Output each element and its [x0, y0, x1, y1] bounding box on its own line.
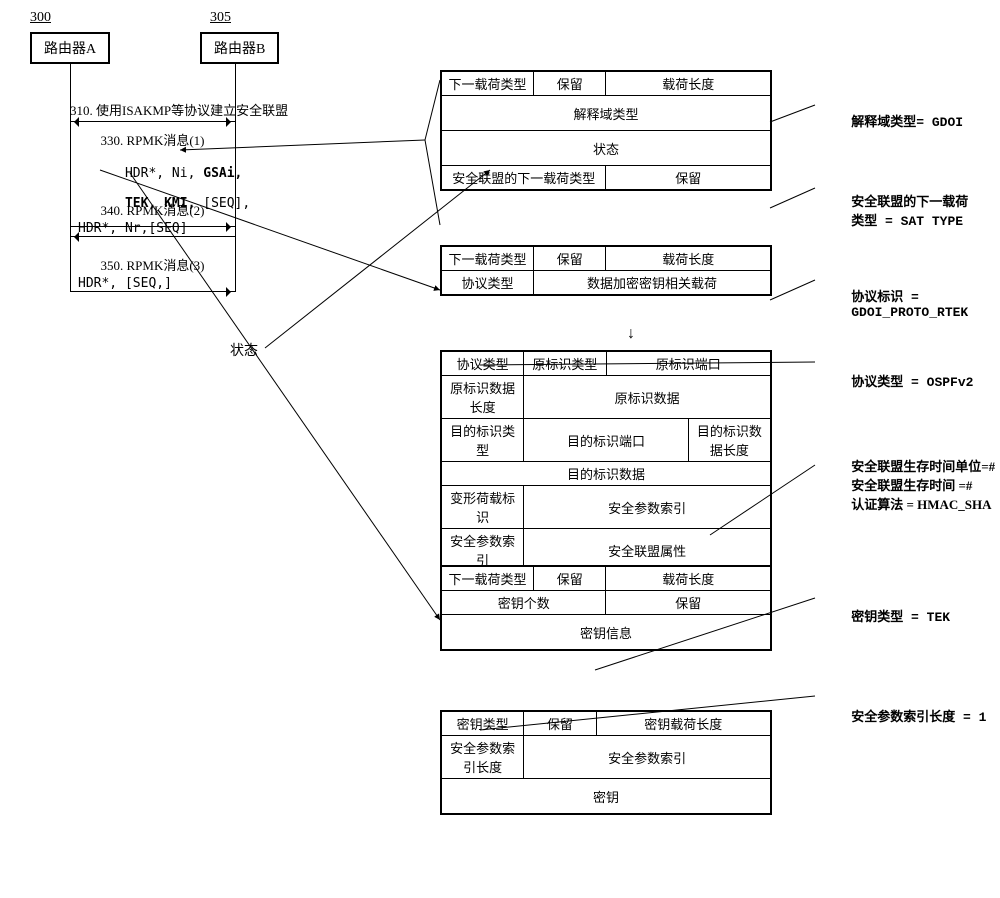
down-arrow-icon: ↓: [627, 325, 635, 343]
annot-doi-type: 解释域类型= GDOI: [820, 95, 963, 146]
protocol-diagram: 300 305 路由器A 路由器B 310. 使用ISAKMP等协议建立安全联盟…: [10, 10, 990, 888]
ref-300: 300: [30, 10, 51, 26]
router-b-box: 路由器B: [200, 32, 279, 64]
ref-305: 305: [210, 10, 231, 26]
msg-340: 340. RPMK消息(2) HDR*, Nr,[SEQ]: [70, 200, 235, 237]
status-word: 状态: [230, 340, 258, 360]
kmi-body-block: 密钥类型 保留 密钥载荷长度 安全参数索引长度 安全参数索引 密钥: [440, 710, 772, 815]
msg-350: 350. RPMK消息(3) HDR*, [SEQ,]: [70, 255, 235, 292]
annot-spi-len: 安全参数索引长度 = 1: [820, 690, 986, 741]
tek-body-block: 协议类型 原标识类型 原标识端口 原标识数据长度 原标识数据 目的标识类型 目的…: [440, 350, 772, 573]
tek-header-block: 下一载荷类型 保留 载荷长度 协议类型 数据加密密钥相关载荷: [440, 245, 772, 296]
msg-310: 310. 使用ISAKMP等协议建立安全联盟: [70, 100, 235, 122]
annot-sa-attrs: 安全联盟生存时间单位=#安全联盟生存时间 =#认证算法 = HMAC_SHA: [820, 440, 995, 529]
annot-proto-type: 协议类型 = OSPFv2: [820, 355, 973, 406]
annot-sat-type: 安全联盟的下一载荷类型 = SAT TYPE: [820, 175, 968, 245]
annot-proto-id: 协议标识 = GDOI_PROTO_RTEK: [820, 270, 968, 336]
router-a-box: 路由器A: [30, 32, 110, 64]
kmi-header-block: 下一载荷类型 保留 载荷长度 密钥个数 保留 密钥信息: [440, 565, 772, 651]
annot-key-type: 密钥类型 = TEK: [820, 590, 950, 641]
gsai-payload-block: 下一载荷类型 保留 载荷长度 解释域类型 状态 安全联盟的下一载荷类型 保留: [440, 70, 772, 191]
